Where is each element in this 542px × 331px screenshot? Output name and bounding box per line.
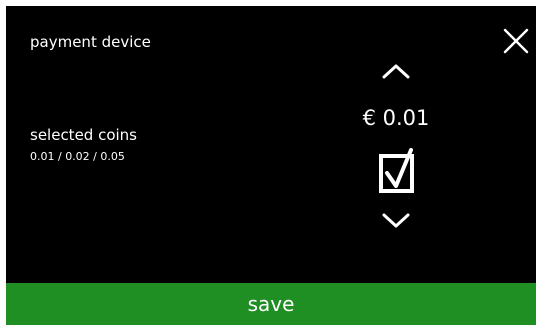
close-icon	[503, 28, 529, 54]
save-button[interactable]: save	[6, 283, 536, 325]
selected-coins-value: 0.01 / 0.02 / 0.05	[30, 150, 125, 163]
increase-button[interactable]	[378, 60, 414, 82]
close-button[interactable]	[502, 27, 530, 55]
payment-device-screen: payment device selected coins 0.01 / 0.0…	[6, 6, 536, 325]
coin-checkbox[interactable]	[370, 146, 422, 198]
current-coin-value: € 0.01	[362, 106, 430, 130]
chevron-down-icon	[382, 213, 410, 228]
checkbox-checked-icon	[379, 148, 414, 193]
chevron-up-icon	[382, 64, 410, 79]
save-label: save	[247, 292, 295, 316]
page-title: payment device	[30, 33, 151, 51]
decrease-button[interactable]	[378, 210, 414, 232]
setting-label: selected coins	[30, 126, 137, 144]
